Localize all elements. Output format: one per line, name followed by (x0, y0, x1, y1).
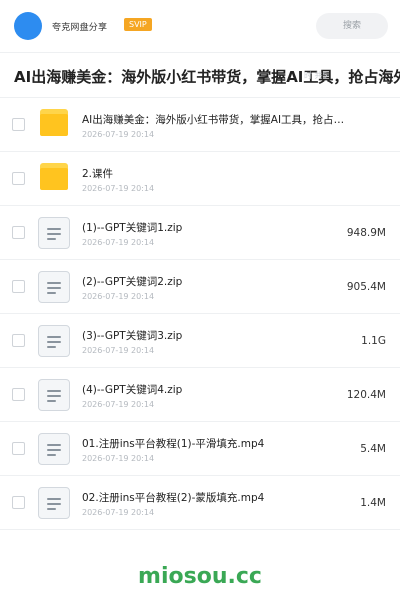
avatar[interactable] (14, 12, 42, 40)
file-row[interactable]: (4)--GPT关键词4.zip 2026-07-19 20:14 120.4M (0, 368, 400, 422)
file-row[interactable]: 2.课件 2026-07-19 20:14 (0, 152, 400, 206)
file-count-text: 时 共5 (304, 71, 328, 80)
file-date: 2026-07-19 20:14 (82, 454, 155, 463)
file-icon (38, 379, 70, 411)
file-date: 2026-07-19 20:14 (82, 130, 155, 139)
file-name[interactable]: (3)--GPT关键词3.zip (82, 328, 352, 343)
file-date: 2026-07-19 20:14 (82, 346, 155, 355)
file-row[interactable]: 02.注册ins平台教程(2)-蒙版填充.mp4 2026-07-19 20:14… (0, 476, 400, 530)
row-checkbox[interactable] (12, 334, 25, 347)
file-size: 120.4M (346, 389, 386, 401)
file-icon (38, 433, 70, 465)
file-date: 2026-07-19 20:14 (82, 238, 155, 247)
file-name[interactable]: (4)--GPT关键词4.zip (82, 382, 352, 397)
file-name[interactable]: (2)--GPT关键词2.zip (82, 274, 352, 289)
file-name[interactable]: 2.课件 (82, 166, 352, 181)
row-checkbox[interactable] (12, 118, 25, 131)
search-input[interactable]: 搜索 (316, 13, 388, 39)
file-date: 2026-07-19 20:14 (82, 508, 155, 517)
file-icon (38, 487, 70, 519)
brand-name: 夸克网盘分享 (52, 23, 108, 33)
file-name[interactable]: (1)--GPT关键词1.zip (82, 220, 352, 235)
file-row[interactable]: 01.注册ins平台教程(1)-平滑填充.mp4 2026-07-19 20:14… (0, 422, 400, 476)
svip-badge[interactable]: SVIP (124, 18, 152, 31)
file-date: 2026-07-19 20:14 (82, 400, 155, 409)
folder-icon (38, 109, 70, 141)
row-checkbox[interactable] (12, 172, 25, 185)
file-size: 1.4M (360, 497, 386, 509)
row-checkbox[interactable] (12, 442, 25, 455)
file-icon (38, 271, 70, 303)
page-title: AI出海赚美金：海外版小红书带货，掌握AI工具，抢占海外 (14, 68, 400, 86)
file-row[interactable]: (2)--GPT关键词2.zip 2026-07-19 20:14 905.4M (0, 260, 400, 314)
file-size: 905.4M (346, 281, 386, 293)
watermark: miosou.cc (138, 564, 262, 589)
file-row[interactable]: AI出海赚美金：海外版小红书带货，掌握AI工具，抢占海外市场 2026-07-19… (0, 98, 400, 152)
file-name[interactable]: 01.注册ins平台教程(1)-平滑填充.mp4 (82, 436, 352, 451)
header: 夸克网盘分享 SVIP 搜索 (0, 0, 400, 52)
file-size: 5.4M (360, 443, 386, 455)
folder-icon (38, 163, 70, 195)
file-row[interactable]: (3)--GPT关键词3.zip 2026-07-19 20:14 1.1G (0, 314, 400, 368)
file-row[interactable]: (1)--GPT关键词1.zip 2026-07-19 20:14 948.9M (0, 206, 400, 260)
file-date: 2026-07-19 20:14 (82, 292, 155, 301)
file-size: 948.9M (346, 227, 386, 239)
file-icon (38, 217, 70, 249)
file-icon (38, 325, 70, 357)
row-checkbox[interactable] (12, 496, 25, 509)
file-size: 1.1G (361, 335, 386, 347)
title-bar: AI出海赚美金：海外版小红书带货，掌握AI工具，抢占海外 时 共5 (0, 52, 400, 98)
file-name[interactable]: 02.注册ins平台教程(2)-蒙版填充.mp4 (82, 490, 352, 505)
row-checkbox[interactable] (12, 388, 25, 401)
file-name[interactable]: AI出海赚美金：海外版小红书带货，掌握AI工具，抢占海外市场 (82, 112, 352, 127)
row-checkbox[interactable] (12, 226, 25, 239)
file-list: AI出海赚美金：海外版小红书带货，掌握AI工具，抢占海外市场 2026-07-19… (0, 98, 400, 530)
file-date: 2026-07-19 20:14 (82, 184, 155, 193)
row-checkbox[interactable] (12, 280, 25, 293)
